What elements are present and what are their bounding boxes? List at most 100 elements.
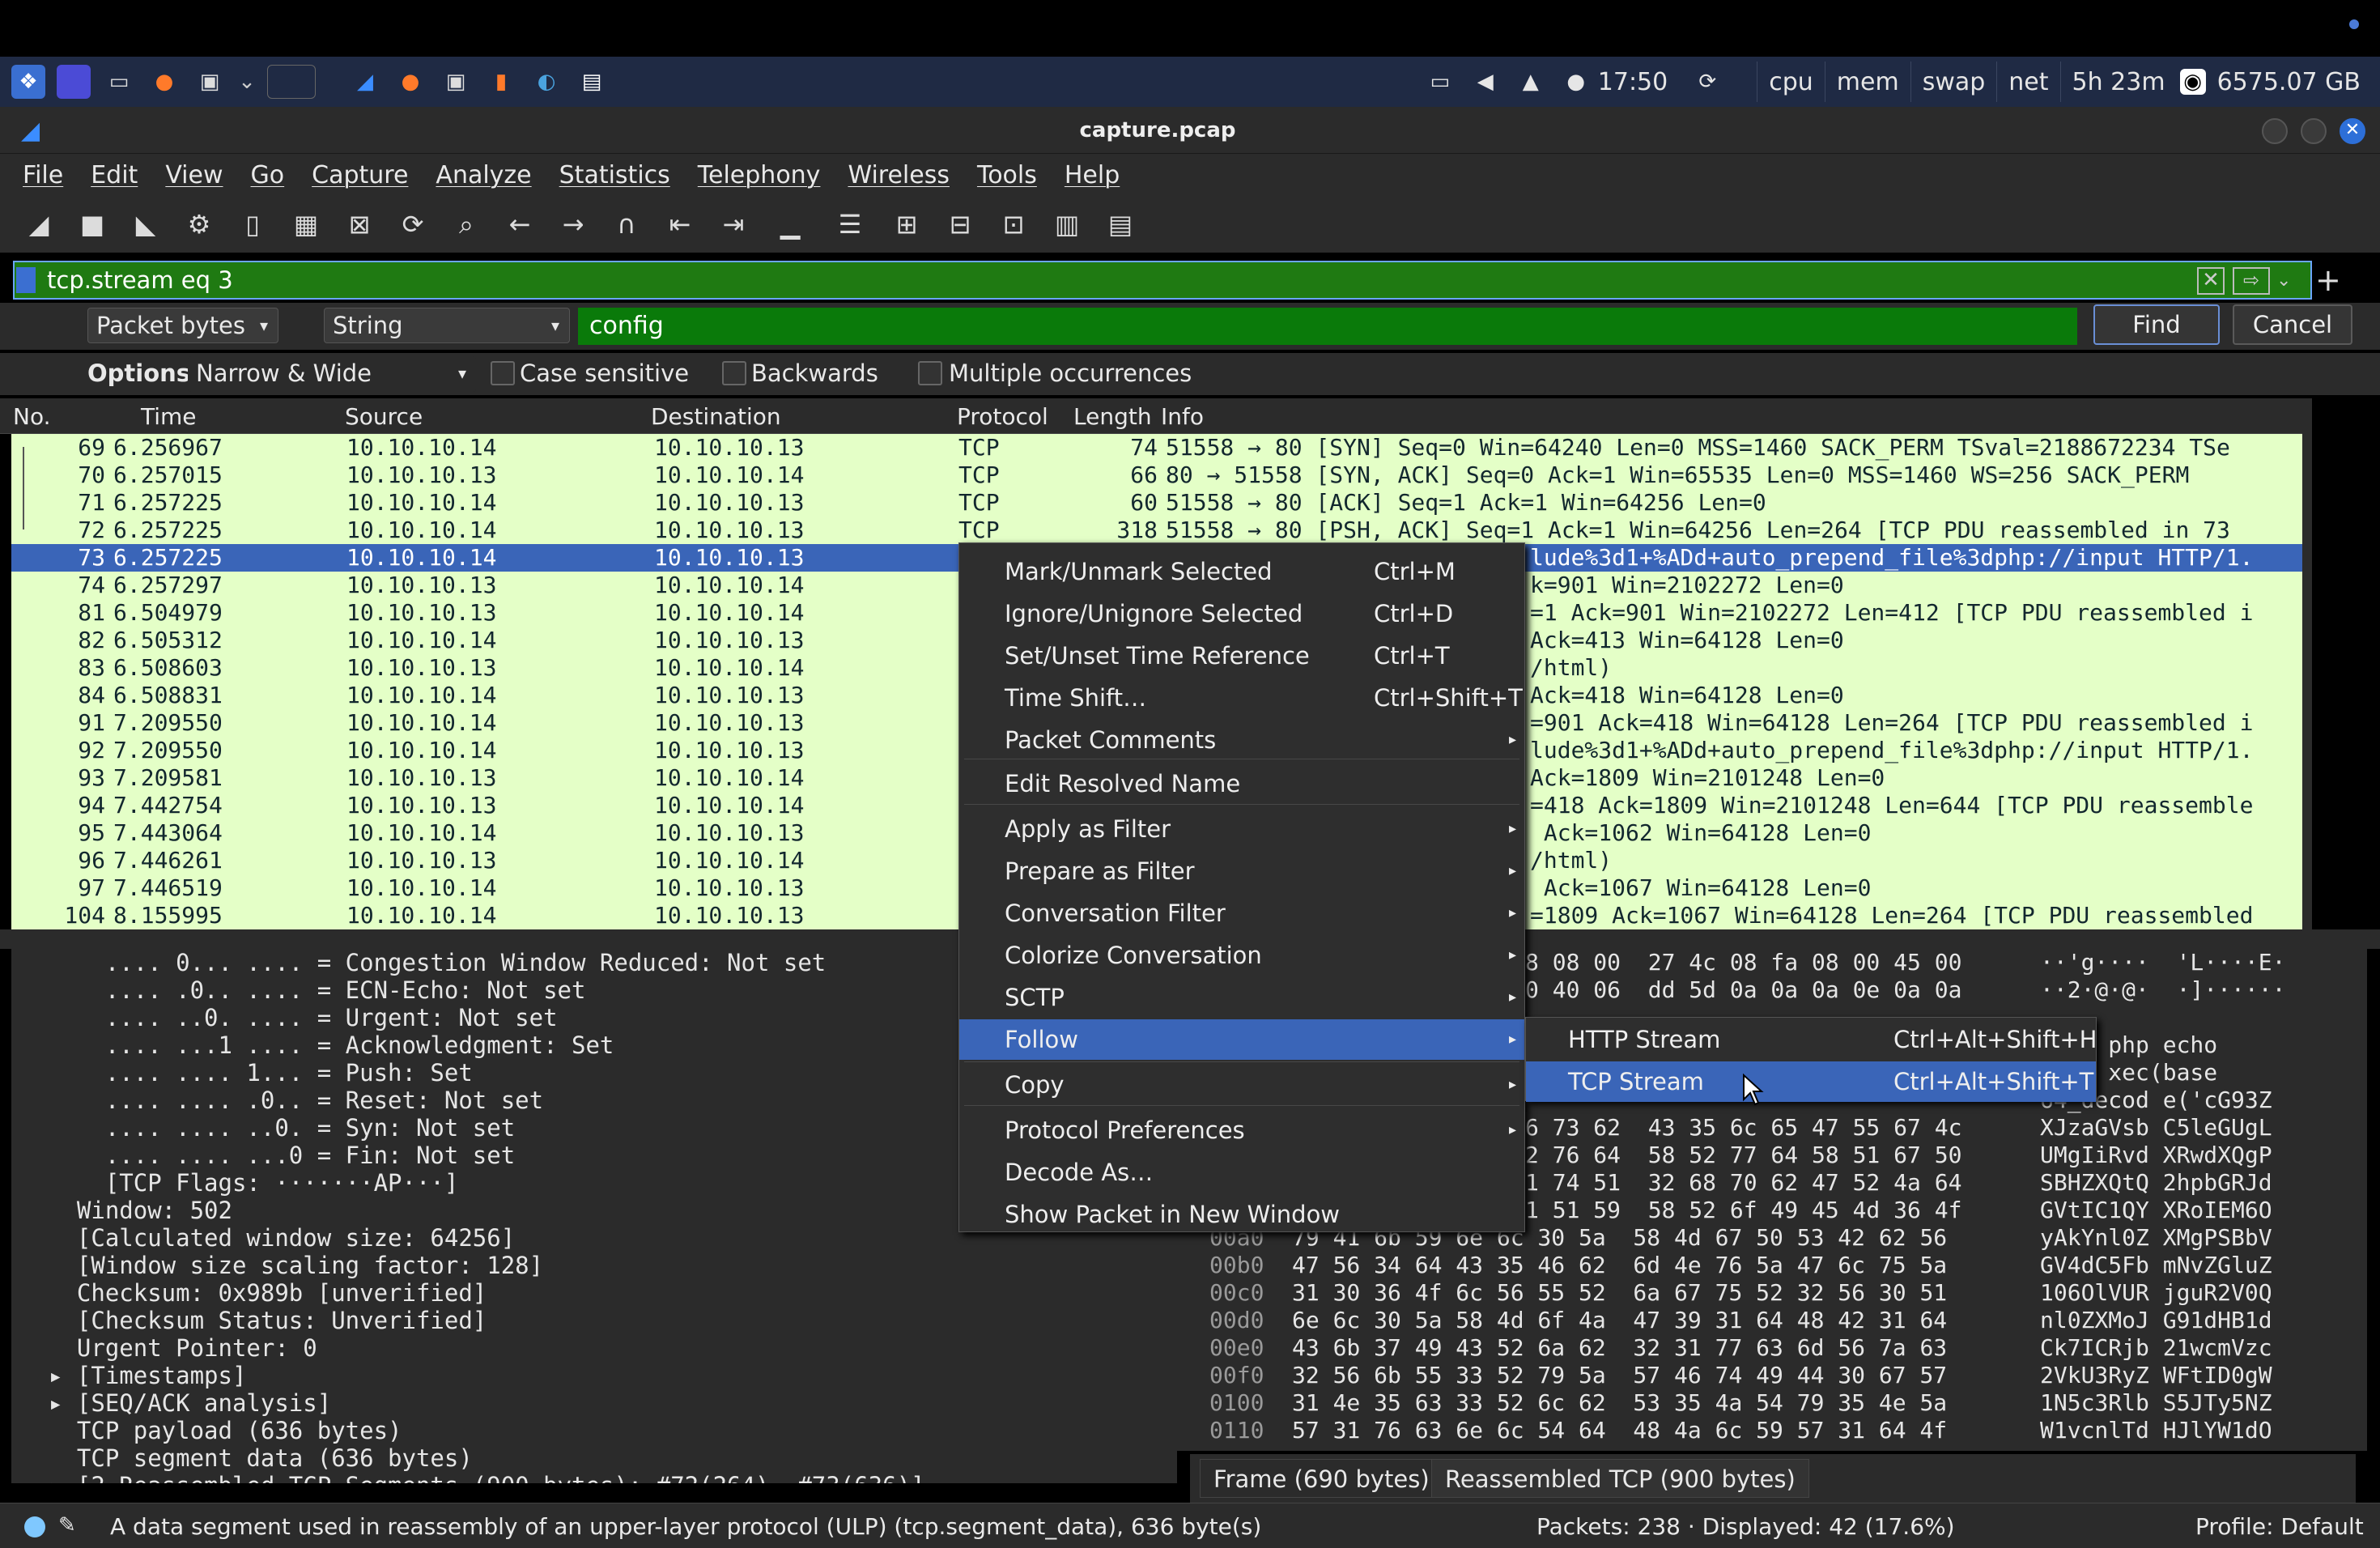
col-no[interactable]: No.	[13, 403, 50, 430]
apply-filter-icon[interactable]: ⇨	[2233, 267, 2270, 295]
zoom-out-icon[interactable]: ⊟	[941, 205, 980, 244]
search-mode-select[interactable]: Packet bytes ▾	[87, 308, 278, 343]
menu-item-decode-as[interactable]: Decode As…	[959, 1152, 1524, 1193]
first-packet-icon[interactable]: ⇤	[661, 205, 699, 244]
bookmark-icon[interactable]	[16, 267, 36, 293]
byte-hex[interactable]: 1 51 59 58 52 6f 49 45 4d 36 4f	[1525, 1197, 1961, 1224]
byte-ascii[interactable]: ··'g···· 'L····E·	[2040, 949, 2285, 976]
detail-line[interactable]: .... .... ...0 = Fin: Not set	[49, 1142, 515, 1169]
menu-go[interactable]: Go	[251, 161, 285, 189]
detail-line[interactable]: [Window size scaling factor: 128]	[49, 1252, 543, 1279]
multiple-occurrences-checkbox[interactable]	[918, 361, 942, 385]
col-info[interactable]: Info	[1161, 403, 1204, 430]
menu-item-sctp[interactable]: SCTP ▸	[959, 977, 1524, 1018]
layout-icon[interactable]: ▤	[1101, 205, 1140, 244]
menu-item-follow[interactable]: Follow ▸	[959, 1019, 1524, 1060]
byte-hex[interactable]: 32 56 6b 55 33 52 79 5a 57 46 74 49 44 3…	[1292, 1362, 1947, 1389]
menu-statistics[interactable]: Statistics	[559, 161, 670, 189]
detail-line[interactable]: Urgent Pointer: 0	[49, 1334, 317, 1362]
detail-line[interactable]: .... .... 1... = Push: Set	[49, 1059, 473, 1087]
byte-hex[interactable]: 31 30 36 4f 6c 56 55 52 6a 67 75 52 32 5…	[1292, 1279, 1947, 1307]
bell-icon[interactable]: ▲	[1514, 65, 1548, 99]
tab-frame-bytes[interactable]: Frame (690 bytes)	[1200, 1459, 1443, 1498]
terminal-icon[interactable]: ▣	[193, 65, 227, 99]
clear-filter-icon[interactable]: ✕	[2197, 267, 2225, 295]
start-capture-icon[interactable]: ◢	[19, 205, 58, 244]
menu-item-apply-as-filter[interactable]: Apply as Filter ▸	[959, 809, 1524, 849]
display-icon[interactable]: ▭	[1423, 65, 1457, 99]
menu-analyze[interactable]: Analyze	[436, 161, 531, 189]
go-to-packet-icon[interactable]: ∩	[607, 205, 646, 244]
byte-ascii[interactable]: yAkYnl0Z XMgPSBbV	[2040, 1224, 2272, 1252]
byte-ascii[interactable]: UMgIiRvd XRwdXQgP	[2040, 1142, 2272, 1169]
byte-ascii[interactable]: GVtIC1QY XRoIEM6O	[2040, 1197, 2272, 1224]
byte-hex[interactable]: 43 6b 37 49 43 52 6a 62 32 31 77 63 6d 5…	[1292, 1334, 1947, 1362]
byte-ascii[interactable]: Ck7ICRjb 21wcmVzc	[2040, 1334, 2272, 1362]
detail-line[interactable]: .... ...1 .... = Acknowledgment: Set	[49, 1031, 614, 1059]
byte-hex[interactable]: 2 76 64 58 52 77 64 58 51 67 50	[1525, 1142, 1961, 1169]
firefox-icon[interactable]: ●	[393, 65, 427, 99]
capture-options-icon[interactable]: ⚙	[180, 205, 219, 244]
chevron-down-icon[interactable]: ⌄	[238, 65, 256, 99]
menu-item-ignore-unignore-selected[interactable]: Ignore/Unignore Selected Ctrl+D	[959, 593, 1524, 634]
search-type-select[interactable]: String ▾	[324, 308, 570, 343]
refresh-icon[interactable]: ⟳	[1690, 65, 1724, 99]
reload-icon[interactable]: ⟳	[393, 205, 432, 244]
menu-view[interactable]: View	[165, 161, 223, 189]
save-file-icon[interactable]: ▦	[287, 205, 325, 244]
menu-item-packet-comments[interactable]: Packet Comments ▸	[959, 720, 1524, 760]
colorize-icon[interactable]: ☰	[827, 205, 873, 244]
byte-hex[interactable]: 6e 6c 30 5a 58 4d 6f 4a 47 39 31 64 48 4…	[1292, 1307, 1947, 1334]
byte-hex[interactable]: 0 40 06 dd 5d 0a 0a 0a 0e 0a 0a	[1525, 976, 1961, 1004]
menu-item-conversation-filter[interactable]: Conversation Filter ▸	[959, 893, 1524, 933]
byte-ascii[interactable]: XJzaGVsb C5leGUgL	[2040, 1114, 2272, 1142]
packet-list-scrollbar[interactable]	[2302, 398, 2312, 929]
menu-item-time-shift[interactable]: Time Shift… Ctrl+Shift+T	[959, 678, 1524, 718]
add-filter-button[interactable]: +	[2315, 261, 2348, 300]
case-sensitive-checkbox[interactable]	[491, 361, 515, 385]
byte-ascii[interactable]: ··2·@·@· ·]······	[2040, 976, 2285, 1004]
menu-item-prepare-as-filter[interactable]: Prepare as Filter ▸	[959, 851, 1524, 891]
app-launcher-icon[interactable]: ❖	[11, 65, 45, 99]
detail-line[interactable]: ▸ [2 Reassembled TCP Segments (900 bytes…	[49, 1472, 925, 1483]
table-row[interactable]: 71 6.257225 10.10.10.14 10.10.10.13 TCP 60 515…	[11, 489, 2302, 517]
byte-ascii[interactable]: 1N5c3Rlb S5JTy5NZ	[2040, 1389, 2272, 1417]
detail-line[interactable]: ▸ [SEQ/ACK analysis]	[49, 1389, 331, 1417]
byte-ascii[interactable]: nl0ZXMoJ G91dHB1d	[2040, 1307, 2272, 1334]
find-button[interactable]: Find	[2093, 304, 2220, 345]
menu-item-show-packet-in-new-window[interactable]: Show Packet in New Window	[959, 1194, 1524, 1235]
maximize-button[interactable]	[2301, 118, 2327, 144]
stop-capture-icon[interactable]: ■	[73, 205, 112, 244]
open-file-icon[interactable]: ▯	[233, 205, 272, 244]
firefox-icon[interactable]: ●	[147, 65, 181, 99]
menu-capture[interactable]: Capture	[312, 161, 408, 189]
detail-line[interactable]: [Calculated window size: 64256]	[49, 1224, 515, 1252]
menu-item-mark-unmark-selected[interactable]: Mark/Unmark Selected Ctrl+M	[959, 551, 1524, 592]
menu-item-edit-resolved-name[interactable]: Edit Resolved Name	[959, 763, 1524, 804]
display-filter-bar[interactable]	[13, 261, 2312, 300]
edit-comment-icon[interactable]: ✎	[58, 1513, 76, 1537]
normal-size-icon[interactable]: ⊡	[994, 205, 1033, 244]
window-thumb-icon[interactable]	[267, 65, 316, 99]
detail-line[interactable]: [TCP Flags: ·······AP···]	[49, 1169, 459, 1197]
chevron-down-icon[interactable]: ⌄	[2276, 267, 2301, 295]
wireshark-icon[interactable]: ◢	[348, 65, 382, 99]
byte-hex[interactable]: 8 08 00 27 4c 08 fa 08 00 45 00	[1525, 949, 1961, 976]
search-icon[interactable]: ⌕	[447, 205, 486, 244]
close-file-icon[interactable]: ⊠	[340, 205, 379, 244]
byte-ascii[interactable]: W1vcnlTd HJlYW1dO	[2040, 1417, 2272, 1444]
menu-item-protocol-preferences[interactable]: Protocol Preferences ▸	[959, 1110, 1524, 1150]
profile-name[interactable]: Profile: Default	[2195, 1513, 2364, 1540]
detail-line[interactable]: .... ..0. .... = Urgent: Not set	[49, 1004, 558, 1031]
byte-hex[interactable]: 47 56 34 64 43 35 46 62 6d 4e 76 5a 47 6…	[1292, 1252, 1947, 1279]
workspace-icon[interactable]	[57, 65, 91, 99]
menu-telephony[interactable]: Telephony	[698, 161, 821, 189]
cancel-button[interactable]: Cancel	[2233, 304, 2352, 345]
detail-line[interactable]: TCP payload (636 bytes)	[49, 1417, 402, 1444]
terminal-icon[interactable]: ▣	[439, 65, 473, 99]
col-protocol[interactable]: Protocol	[957, 403, 1048, 430]
detail-line[interactable]: Checksum: 0x989b [unverified]	[49, 1279, 487, 1307]
submenu-item-http-stream[interactable]: HTTP Stream Ctrl+Alt+Shift+H	[1526, 1019, 2097, 1060]
detail-line[interactable]: [Checksum Status: Unverified]	[49, 1307, 487, 1334]
table-row[interactable]: 69 6.256967 10.10.10.14 10.10.10.13 TCP 74 515…	[11, 434, 2302, 461]
